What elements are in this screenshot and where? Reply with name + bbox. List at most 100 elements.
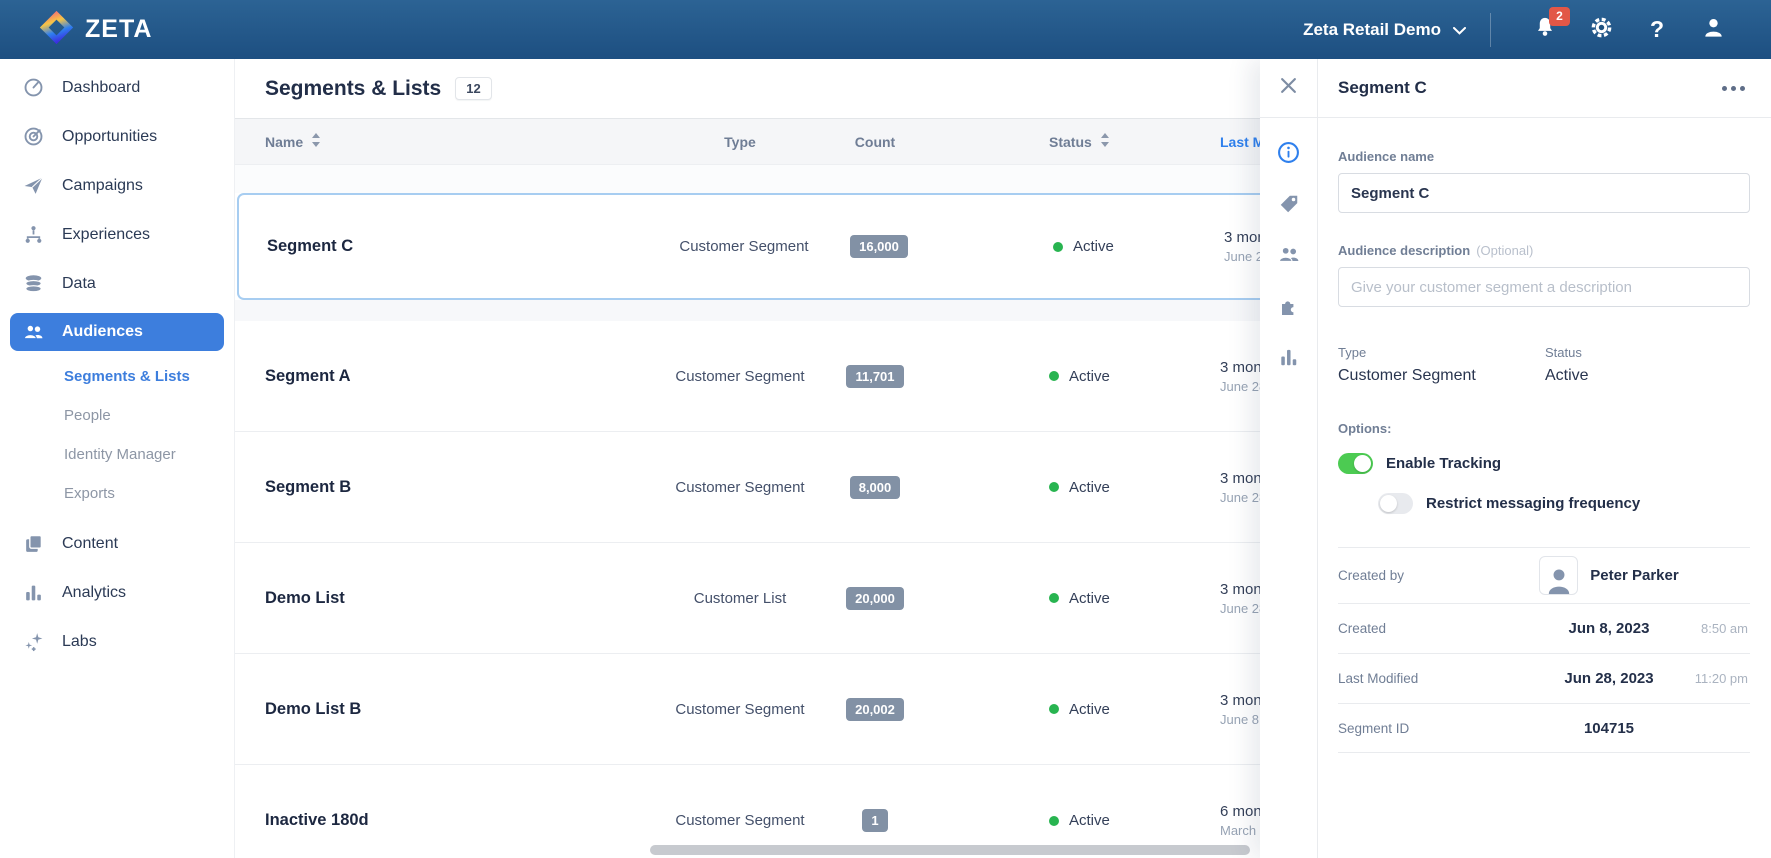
- count-badge: 1: [862, 809, 887, 832]
- help-button[interactable]: ?: [1640, 13, 1674, 47]
- tab-integrations[interactable]: [1277, 296, 1301, 320]
- zeta-logo-icon: [38, 9, 75, 51]
- options-label: Options:: [1338, 421, 1750, 436]
- tab-info[interactable]: [1277, 143, 1301, 167]
- audience-name-input[interactable]: [1338, 173, 1750, 213]
- topbar: ZETA Zeta Retail Demo 2: [0, 0, 1771, 59]
- notifications-button[interactable]: 2: [1528, 13, 1562, 47]
- settings-button[interactable]: [1584, 13, 1618, 47]
- sidebar-item-data[interactable]: Data: [0, 259, 234, 308]
- user-icon: [1701, 15, 1726, 45]
- enable-tracking-toggle[interactable]: [1338, 453, 1373, 474]
- chevron-down-icon: [1453, 20, 1466, 40]
- account-selector[interactable]: Zeta Retail Demo: [1303, 20, 1466, 40]
- created-time: 8:50 am: [1701, 621, 1748, 636]
- tab-analytics[interactable]: [1277, 347, 1301, 371]
- tag-icon: [1278, 193, 1300, 220]
- sidebar-item-audiences[interactable]: Audiences: [10, 313, 224, 351]
- sidebar-item-exports[interactable]: Exports: [0, 474, 234, 513]
- close-icon: [1280, 77, 1297, 99]
- row-type: Customer Segment: [639, 195, 849, 298]
- status-dot: [1049, 816, 1059, 826]
- sidebar-item-label: Content: [62, 535, 118, 553]
- tab-tags[interactable]: [1277, 194, 1301, 218]
- table-row[interactable]: Demo List B Customer Segment 20,002 Acti…: [235, 654, 1260, 765]
- gear-icon: [1589, 15, 1614, 45]
- gauge-icon: [22, 77, 44, 98]
- brand-name: ZETA: [85, 15, 152, 44]
- sparkles-icon: [22, 631, 44, 652]
- row-type: Customer Segment: [635, 654, 845, 764]
- row-name: Demo List B: [265, 654, 361, 764]
- bar-chart-icon: [1278, 346, 1300, 373]
- brand[interactable]: ZETA: [0, 9, 152, 51]
- modified-relative: 3 mon: [1220, 359, 1260, 376]
- row-type: Customer Segment: [635, 432, 845, 542]
- database-icon: [22, 273, 44, 294]
- table-row-selected[interactable]: Segment C Customer Segment 16,000 Active…: [237, 193, 1260, 300]
- overflow-menu-icon[interactable]: [1722, 86, 1745, 91]
- sidebar-item-labs[interactable]: Labs: [0, 617, 234, 666]
- status-label: Active: [1069, 590, 1110, 607]
- target-icon: [22, 126, 44, 147]
- column-header-count: Count: [815, 119, 935, 164]
- status-dot: [1049, 704, 1059, 714]
- horizontal-scrollbar[interactable]: [650, 845, 1250, 855]
- table-row[interactable]: Segment B Customer Segment 8,000 Active …: [235, 432, 1260, 543]
- people-icon: [1278, 244, 1300, 271]
- count-badge: 16,000: [850, 235, 908, 258]
- count-badge: 11,701: [846, 365, 903, 388]
- row-name: Segment B: [265, 432, 351, 542]
- segment-id-label: Segment ID: [1338, 721, 1468, 736]
- created-by-label: Created by: [1338, 568, 1468, 583]
- segment-id-row: Segment ID 104715: [1338, 703, 1750, 753]
- user-menu-button[interactable]: [1696, 13, 1730, 47]
- sidebar-item-content[interactable]: Content: [0, 519, 234, 568]
- column-header-last-modified[interactable]: Last Modified: [1220, 119, 1260, 164]
- sidebar-item-experiences[interactable]: Experiences: [0, 210, 234, 259]
- created-by-value: Peter Parker: [1590, 567, 1678, 584]
- column-header-name[interactable]: Name: [265, 119, 321, 164]
- column-header-status[interactable]: Status: [1049, 119, 1110, 164]
- bar-chart-icon: [22, 582, 44, 603]
- modified-date: June 28: [1220, 601, 1260, 616]
- sidebar-item-opportunities[interactable]: Opportunities: [0, 112, 234, 161]
- tab-audience[interactable]: [1277, 245, 1301, 269]
- paper-plane-icon: [22, 175, 44, 196]
- sidebar-item-people[interactable]: People: [0, 396, 234, 435]
- sidebar-item-dashboard[interactable]: Dashboard: [0, 63, 234, 112]
- sidebar-item-analytics[interactable]: Analytics: [0, 568, 234, 617]
- sidebar-item-label: Opportunities: [62, 128, 157, 146]
- sort-icon: [311, 133, 321, 150]
- info-icon: [1277, 141, 1300, 169]
- count-badge: 8,000: [850, 476, 901, 499]
- puzzle-icon: [1278, 295, 1300, 322]
- table-row[interactable]: Demo List Customer List 20,000 Active 3 …: [235, 543, 1260, 654]
- table-row[interactable]: Segment A Customer Segment 11,701 Active…: [235, 321, 1260, 432]
- restrict-messaging-toggle[interactable]: [1378, 493, 1413, 514]
- sidebar-item-campaigns[interactable]: Campaigns: [0, 161, 234, 210]
- row-type: Customer Segment: [635, 321, 845, 431]
- close-panel-button[interactable]: [1260, 59, 1317, 117]
- avatar: [1539, 556, 1578, 595]
- audience-description-label: Audience description(Optional): [1338, 243, 1750, 258]
- sidebar: Dashboard Opportunities Campaigns Experi…: [0, 59, 235, 858]
- divider: [1260, 117, 1771, 118]
- modified-date: March 2: [1220, 823, 1260, 838]
- optional-hint: (Optional): [1476, 243, 1533, 258]
- column-header-type: Type: [635, 119, 845, 164]
- status-label: Active: [1069, 701, 1110, 718]
- row-name: Segment C: [267, 195, 353, 298]
- spacer: [235, 165, 1260, 193]
- help-icon: ?: [1650, 16, 1664, 43]
- status-value: Active: [1545, 367, 1589, 385]
- count-badge: 20,000: [846, 587, 904, 610]
- sidebar-item-label: Labs: [62, 633, 97, 651]
- sidebar-item-identity-manager[interactable]: Identity Manager: [0, 435, 234, 474]
- audience-description-input[interactable]: [1338, 267, 1750, 307]
- status-dot: [1053, 242, 1063, 252]
- sidebar-item-segments-lists[interactable]: Segments & Lists: [0, 357, 234, 396]
- last-modified-label: Last Modified: [1338, 671, 1468, 686]
- sidebar-item-label: Campaigns: [62, 177, 143, 195]
- toggle-label: Enable Tracking: [1386, 455, 1501, 472]
